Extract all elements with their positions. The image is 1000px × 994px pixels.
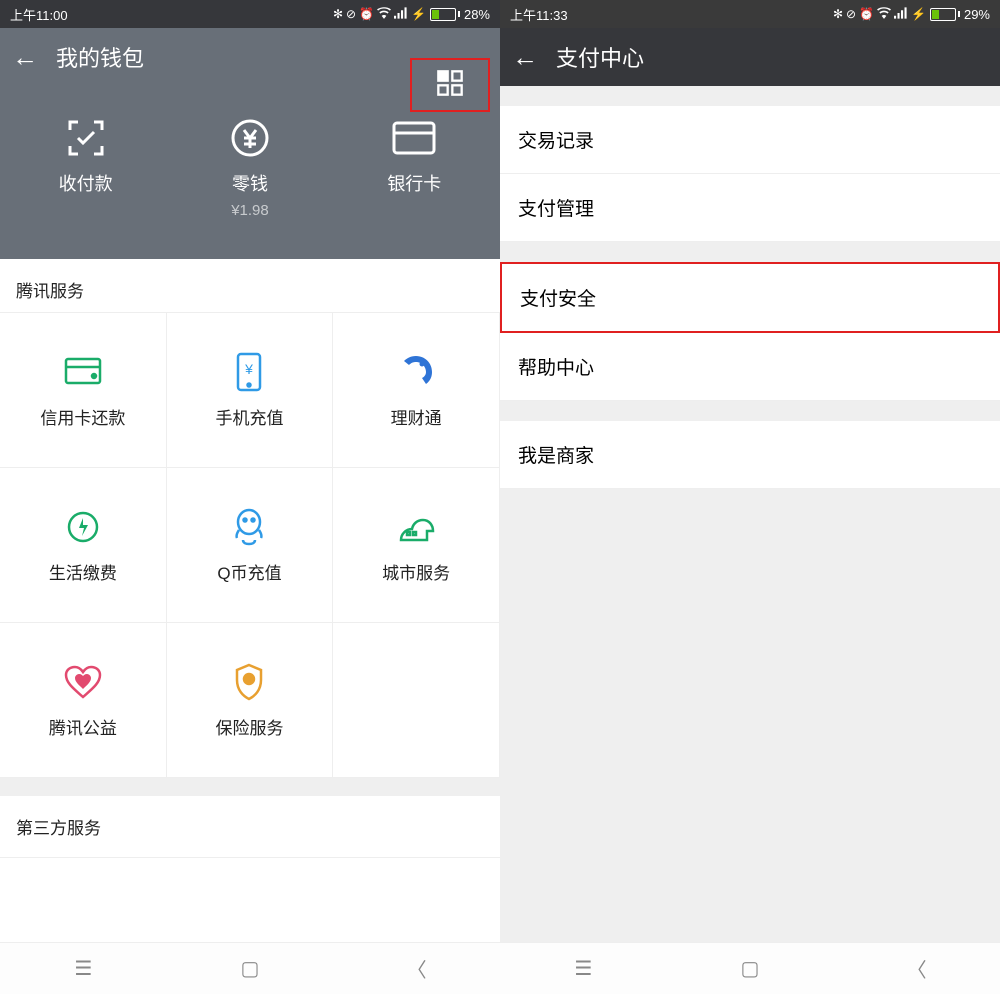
svc-charity[interactable]: 腾讯公益	[0, 623, 167, 778]
page-title: 我的钱包	[56, 41, 144, 73]
svc-label: 理财通	[391, 404, 442, 429]
card-icon	[387, 116, 441, 160]
svc-empty	[333, 623, 500, 778]
alarm-icon: ⏰	[859, 7, 874, 21]
titlebar: ← 支付中心	[500, 28, 1000, 86]
wifi-icon	[877, 7, 891, 22]
scan-icon	[59, 116, 113, 160]
svc-utilities[interactable]: 生活缴费	[0, 468, 167, 623]
pay-label: 收付款	[59, 170, 113, 196]
change-button[interactable]: 零钱 ¥1.98	[230, 116, 270, 219]
gap	[500, 401, 1000, 421]
status-bar: 上午11:00 ✻ ⊘ ⏰ ⚡ 28%	[0, 0, 500, 28]
gap	[500, 242, 1000, 262]
signal-icon	[894, 7, 908, 22]
status-icons: ✻ ⊘ ⏰ ⚡	[333, 7, 426, 22]
row-transactions[interactable]: 交易记录	[500, 106, 1000, 174]
settings-list: 交易记录 支付管理	[500, 106, 1000, 242]
system-nav-bar: ☰ ▢ 〈	[500, 942, 1000, 994]
status-time: 上午11:00	[10, 5, 68, 24]
back-button[interactable]: ←	[12, 42, 38, 73]
row-pay-security[interactable]: 支付安全	[500, 262, 1000, 333]
city-icon	[397, 507, 435, 547]
wifi-icon	[377, 7, 391, 22]
yuan-icon	[230, 116, 270, 160]
nav-back-button[interactable]: 〈	[897, 954, 937, 983]
menu-grid-button[interactable]	[436, 69, 464, 102]
bank-cards-button[interactable]: 银行卡	[387, 116, 441, 219]
settings-list-2: 支付安全 帮助中心	[500, 262, 1000, 401]
charging-icon: ⚡	[911, 7, 926, 21]
third-party-header: 第三方服务	[0, 796, 500, 858]
battery-pct: 29%	[964, 7, 990, 22]
cards-label: 银行卡	[387, 170, 441, 196]
finance-icon	[398, 352, 434, 392]
wallet-screen: 上午11:00 ✻ ⊘ ⏰ ⚡ 28% ← 我的钱包	[0, 0, 500, 994]
menu-button-highlight	[410, 58, 490, 112]
svc-label: 信用卡还款	[40, 404, 125, 429]
status-icons: ✻ ⊘ ⏰ ⚡	[833, 7, 926, 22]
status-bar: 上午11:33 ✻ ⊘ ⏰ ⚡ 29%	[500, 0, 1000, 28]
qq-icon	[233, 507, 265, 547]
blank-area	[0, 858, 500, 942]
nav-menu-button[interactable]: ☰	[563, 956, 603, 981]
status-time: 上午11:33	[510, 5, 568, 24]
charity-icon	[64, 662, 102, 702]
row-merchant[interactable]: 我是商家	[500, 421, 1000, 489]
fill	[500, 489, 1000, 942]
svc-mobile-topup[interactable]: ¥ 手机充值	[167, 313, 334, 468]
gap	[500, 86, 1000, 106]
status-right: ✻ ⊘ ⏰ ⚡ 29%	[833, 7, 990, 22]
bluetooth-icon: ✻	[333, 7, 343, 21]
dnd-icon: ⊘	[346, 7, 356, 21]
svc-insurance[interactable]: 保险服务	[167, 623, 334, 778]
svc-label: 保险服务	[215, 714, 283, 739]
svc-label: 城市服务	[382, 559, 450, 584]
change-label: 零钱	[230, 170, 270, 196]
row-help-center[interactable]: 帮助中心	[500, 333, 1000, 401]
alarm-icon: ⏰	[359, 7, 374, 21]
section-gap	[0, 778, 500, 796]
signal-icon	[394, 7, 408, 22]
nav-menu-button[interactable]: ☰	[63, 956, 103, 981]
phone-topup-icon: ¥	[236, 352, 262, 392]
insurance-icon	[233, 662, 265, 702]
bluetooth-icon: ✻	[833, 7, 843, 21]
tencent-services-header: 腾讯服务	[0, 259, 500, 313]
svc-label: Q币充值	[217, 559, 281, 584]
battery-icon	[430, 8, 460, 21]
status-right: ✻ ⊘ ⏰ ⚡ 28%	[333, 7, 490, 22]
system-nav-bar: ☰ ▢ 〈	[0, 942, 500, 994]
nav-back-button[interactable]: 〈	[397, 954, 437, 983]
tencent-services-grid: 信用卡还款 ¥ 手机充值 理财通 生活缴费 Q币充值	[0, 313, 500, 778]
charging-icon: ⚡	[411, 7, 426, 21]
svc-label: 生活缴费	[49, 559, 117, 584]
svc-licaitong[interactable]: 理财通	[333, 313, 500, 468]
wallet-header-area: ← 我的钱包 收付款	[0, 28, 500, 259]
utilities-icon	[66, 507, 100, 547]
svc-label: 腾讯公益	[49, 714, 117, 739]
svc-credit-repay[interactable]: 信用卡还款	[0, 313, 167, 468]
back-button[interactable]: ←	[512, 42, 538, 73]
row-pay-management[interactable]: 支付管理	[500, 174, 1000, 242]
svg-text:¥: ¥	[245, 361, 254, 377]
battery-icon	[930, 8, 960, 21]
page-title: 支付中心	[556, 41, 644, 73]
settings-list-3: 我是商家	[500, 421, 1000, 489]
nav-home-button[interactable]: ▢	[730, 956, 770, 981]
wallet-actions: 收付款 零钱 ¥1.98 银行卡	[0, 116, 500, 219]
battery-pct: 28%	[464, 7, 490, 22]
nav-home-button[interactable]: ▢	[230, 956, 270, 981]
pay-center-screen: 上午11:33 ✻ ⊘ ⏰ ⚡ 29% ← 支付中心 交易记	[500, 0, 1000, 994]
svc-qcoin[interactable]: Q币充值	[167, 468, 334, 623]
credit-card-icon	[64, 352, 102, 392]
svc-city[interactable]: 城市服务	[333, 468, 500, 623]
dnd-icon: ⊘	[846, 7, 856, 21]
change-amount: ¥1.98	[230, 202, 270, 219]
pay-receive-button[interactable]: 收付款	[59, 116, 113, 219]
svc-label: 手机充值	[215, 404, 283, 429]
